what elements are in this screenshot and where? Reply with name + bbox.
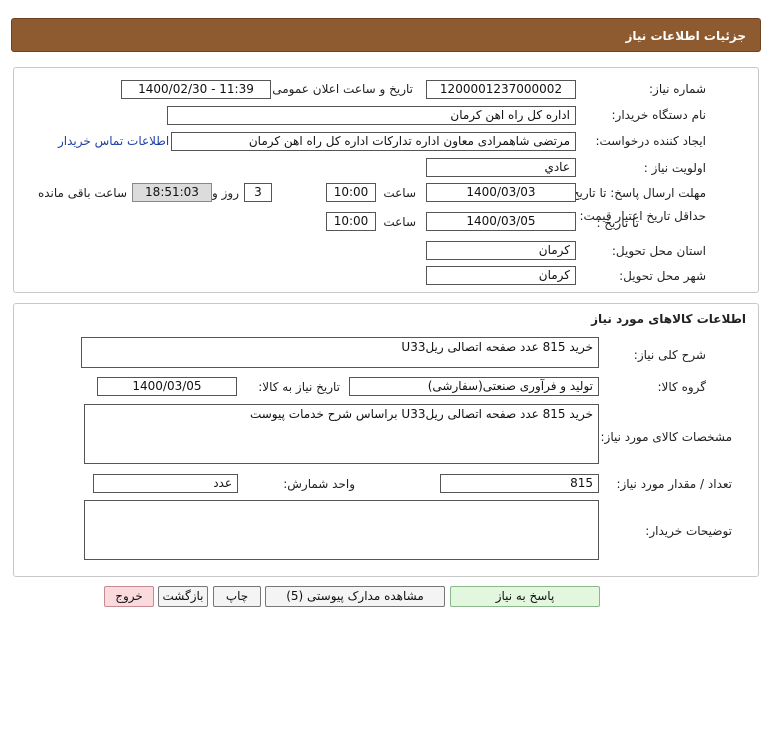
buyer-notes-field [84, 500, 599, 560]
send-deadline-date-field: 1400/03/03 [426, 183, 576, 202]
province-label: استان محل تحویل: [611, 244, 706, 258]
goods-section-title: اطلاعات کالاهای مورد نیاز [591, 312, 746, 326]
province-field: کرمان [426, 241, 576, 260]
need-number-label: شماره نیاز: [649, 82, 706, 96]
back-button[interactable]: بازگشت [158, 586, 208, 607]
need-number-field: 1200001237000002 [426, 80, 576, 99]
remaining-time-field: 18:51:03 [132, 183, 212, 202]
announce-datetime-field: 1400/02/30 - 11:39 [121, 80, 271, 99]
summary-label: شرح کلی نیاز: [633, 348, 706, 362]
specs-label: مشخصات کالای مورد نیاز: [600, 430, 732, 444]
need-info-panel [13, 67, 759, 293]
validity-time-label: ساعت [383, 215, 416, 229]
buyer-field: اداره کل راه اهن کرمان [167, 106, 576, 125]
validity-time-field: 10:00 [326, 212, 376, 231]
buyer-contact-link[interactable]: اطلاعات تماس خریدار [58, 134, 169, 148]
remaining-label: ساعت باقی مانده [37, 186, 127, 200]
need-date-field: 1400/03/05 [97, 377, 237, 396]
city-field: کرمان [426, 266, 576, 285]
reply-button[interactable]: پاسخ به نیاز [450, 586, 600, 607]
goods-group-label: گروه کالا: [657, 380, 707, 394]
city-label: شهر محل تحویل: [619, 269, 706, 283]
buyer-label: نام دستگاه خریدار: [611, 108, 707, 122]
exit-button[interactable]: خروج [104, 586, 154, 607]
send-deadline-label: مهلت ارسال پاسخ: تا تاریخ : [563, 186, 706, 200]
creator-field: مرتضی شاهمرادی معاون اداره تدارکات اداره… [171, 132, 576, 151]
unit-field: عدد [93, 474, 238, 493]
specs-field: خرید 815 عدد صفحه اتصالی ریلU33 براساس ش… [84, 404, 599, 464]
days-remaining-field: 3 [244, 183, 272, 202]
validity-to-label: تا تاریخ : [596, 216, 639, 230]
send-deadline-time-field: 10:00 [326, 183, 376, 202]
buyer-notes-label: توضیحات خریدار: [645, 524, 732, 538]
summary-field: خرید 815 عدد صفحه اتصالی ریلU33 [81, 337, 599, 368]
view-attachments-button[interactable]: مشاهده مدارک پیوستی (5) [265, 586, 445, 607]
quantity-field: 815 [440, 474, 599, 493]
send-deadline-time-label: ساعت [383, 186, 416, 200]
print-button[interactable]: چاپ [213, 586, 261, 607]
need-date-label: تاریخ نیاز به کالا: [258, 380, 340, 394]
announce-label: تاریخ و ساعت اعلان عمومی: [268, 82, 413, 96]
unit-label: واحد شمارش: [283, 477, 355, 491]
quantity-label: تعداد / مقدار مورد نیاز: [616, 477, 732, 491]
creator-label: ایجاد کننده درخواست: [595, 134, 706, 148]
days-label: روز و [212, 186, 239, 200]
priority-label: اولویت نیاز : [643, 161, 706, 175]
validity-date-field: 1400/03/05 [426, 212, 576, 231]
goods-group-field: تولید و فرآوری صنعتی(سفارشی) [349, 377, 599, 396]
page-title: جزئیات اطلاعات نیاز [11, 18, 761, 52]
priority-field: عادي [426, 158, 576, 177]
